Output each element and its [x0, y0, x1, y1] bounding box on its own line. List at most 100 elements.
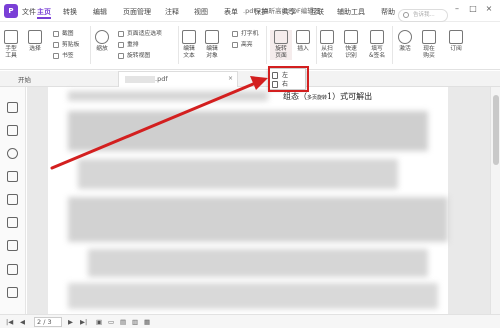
cursor-icon	[28, 30, 42, 44]
comment-panel-icon[interactable]	[7, 148, 18, 159]
rotate-page-button[interactable]: 旋转 页面	[270, 30, 292, 60]
quick-ocr-button[interactable]: 快速 识别	[344, 30, 358, 60]
highlight-button[interactable]: 高亮	[232, 41, 253, 49]
fit-page-icon	[118, 31, 124, 37]
menu-assist-tools[interactable]: 辅助工具	[337, 5, 365, 19]
menu-comment[interactable]: 注释	[165, 5, 179, 19]
zoom-button[interactable]: 缩放	[95, 30, 109, 53]
edit-text-button[interactable]: 编辑 文本	[182, 30, 196, 60]
blurred-text	[68, 91, 268, 101]
reflow-label: 重排	[127, 42, 139, 48]
reflow-button[interactable]: 重排	[118, 41, 139, 49]
subscribe-label: 订阅	[450, 46, 462, 52]
tab-close-icon[interactable]: ×	[228, 75, 233, 82]
typewriter-icon	[232, 31, 238, 37]
page-layout-icon[interactable]: ▦	[144, 317, 150, 327]
fit-page-button[interactable]: 页面适应选项	[118, 30, 162, 38]
attachment-panel-icon[interactable]	[7, 194, 18, 205]
bookmark-button[interactable]: 书签	[53, 52, 74, 60]
hand-tool-label: 手型 工具	[5, 46, 17, 59]
first-page-icon[interactable]: |◀	[6, 317, 13, 327]
maximize-icon[interactable]: □	[468, 4, 478, 13]
redacted-filename	[125, 75, 155, 83]
thumbnail-panel-icon[interactable]	[7, 125, 18, 136]
rotate-view-icon	[118, 53, 124, 59]
menu-home[interactable]: 主页	[37, 5, 51, 19]
buy-now-label: 现在 购买	[423, 46, 435, 59]
menu-bar: P 文件 主页 转换 编辑 页面管理 注释 视图 表单 保护 共享 互联 辅助工…	[0, 0, 500, 22]
clipboard-button[interactable]: 剪贴板	[53, 41, 79, 49]
edit-object-icon	[205, 30, 219, 44]
typewriter-button[interactable]: 打字机	[232, 30, 258, 38]
page-number-input[interactable]: 2 / 3	[34, 317, 62, 327]
hand-tool-button[interactable]: 手型 工具	[4, 30, 18, 60]
toolbar-divider	[266, 26, 267, 64]
activate-label: 激活	[399, 46, 411, 52]
zoom-icon	[95, 30, 109, 44]
document-text-line: 组态（多页旋转1）式可解出	[283, 91, 372, 102]
menu-view[interactable]: 视图	[194, 5, 208, 19]
screenshot-button[interactable]: 截图	[53, 30, 74, 38]
edit-object-label: 编辑 对象	[206, 46, 218, 59]
doc-tiny-label: 多页旋转	[307, 95, 328, 101]
bookmark-label: 书签	[62, 53, 74, 59]
two-page-icon[interactable]: ▥	[132, 317, 138, 327]
insert-label: 插入	[297, 46, 309, 52]
minimize-icon[interactable]: –	[452, 4, 462, 13]
vertical-scrollbar[interactable]	[490, 87, 500, 314]
key-icon	[398, 30, 412, 44]
edit-object-button[interactable]: 编辑 对象	[205, 30, 219, 60]
tab-start[interactable]: 开始	[18, 74, 31, 84]
page-panel-icon[interactable]	[7, 217, 18, 228]
next-page-icon[interactable]: ▶	[68, 317, 73, 327]
hand-icon	[4, 30, 18, 44]
camera-icon	[53, 31, 59, 37]
activate-button[interactable]: 激活	[398, 30, 412, 53]
search-input[interactable]: 告诉我...	[398, 9, 448, 22]
from-scanner-button[interactable]: 从扫 描仪	[320, 30, 334, 60]
highlight-icon	[232, 42, 238, 48]
ocr-icon	[344, 30, 358, 44]
layers-panel-icon[interactable]	[7, 171, 18, 182]
prev-page-icon[interactable]: ◀	[20, 317, 25, 327]
from-scanner-label: 从扫 描仪	[321, 46, 333, 59]
bookmark-panel-icon[interactable]	[7, 102, 18, 113]
insert-page-icon	[296, 30, 310, 44]
menu-help[interactable]: 帮助	[381, 5, 395, 19]
buy-now-button[interactable]: 现在 购买	[422, 30, 436, 60]
menu-page-manage[interactable]: 页面管理	[123, 5, 151, 19]
security-panel-icon[interactable]	[7, 240, 18, 251]
tab-document-ext: .pdf	[155, 75, 168, 83]
last-page-icon[interactable]: ▶|	[80, 317, 87, 327]
continuous-page-icon[interactable]: ▤	[120, 317, 126, 327]
search-placeholder: 告诉我...	[413, 12, 435, 18]
tab-document[interactable]: .pdf ×	[118, 71, 238, 87]
subscribe-button[interactable]: 订阅	[449, 30, 463, 53]
content-panel-icon[interactable]	[7, 287, 18, 298]
fill-sign-label: 填写 &签名	[369, 46, 386, 59]
rotate-view-button[interactable]: 旋转视图	[118, 52, 150, 60]
single-page-icon[interactable]: ▭	[108, 317, 114, 327]
signature-panel-icon[interactable]	[7, 264, 18, 275]
fill-sign-button[interactable]: 填写 &签名	[369, 30, 385, 60]
pen-icon	[370, 30, 385, 44]
left-sidebar	[0, 87, 26, 314]
menu-form[interactable]: 表单	[224, 5, 238, 19]
menu-file[interactable]: 文件	[22, 5, 36, 19]
menu-convert[interactable]: 转换	[63, 5, 77, 19]
zoom-label: 缩放	[96, 46, 108, 52]
select-button[interactable]: 选择	[28, 30, 42, 53]
document-viewport[interactable]: 组态（多页旋转1）式可解出	[27, 87, 490, 314]
fit-page-label: 页面适应选项	[127, 31, 162, 37]
scrollbar-thumb[interactable]	[493, 95, 499, 165]
fit-view-icon[interactable]: ▣	[96, 317, 102, 327]
typewriter-label: 打字机	[241, 31, 259, 37]
document-tab-bar: 开始 .pdf ×	[0, 71, 500, 87]
blurred-text	[88, 249, 428, 277]
rotate-page-icon	[274, 30, 288, 44]
toolbar-divider	[90, 26, 91, 64]
insert-button[interactable]: 插入	[296, 30, 310, 53]
close-icon[interactable]: ×	[484, 4, 494, 13]
menu-edit[interactable]: 编辑	[93, 5, 107, 19]
edit-text-icon	[182, 30, 196, 44]
